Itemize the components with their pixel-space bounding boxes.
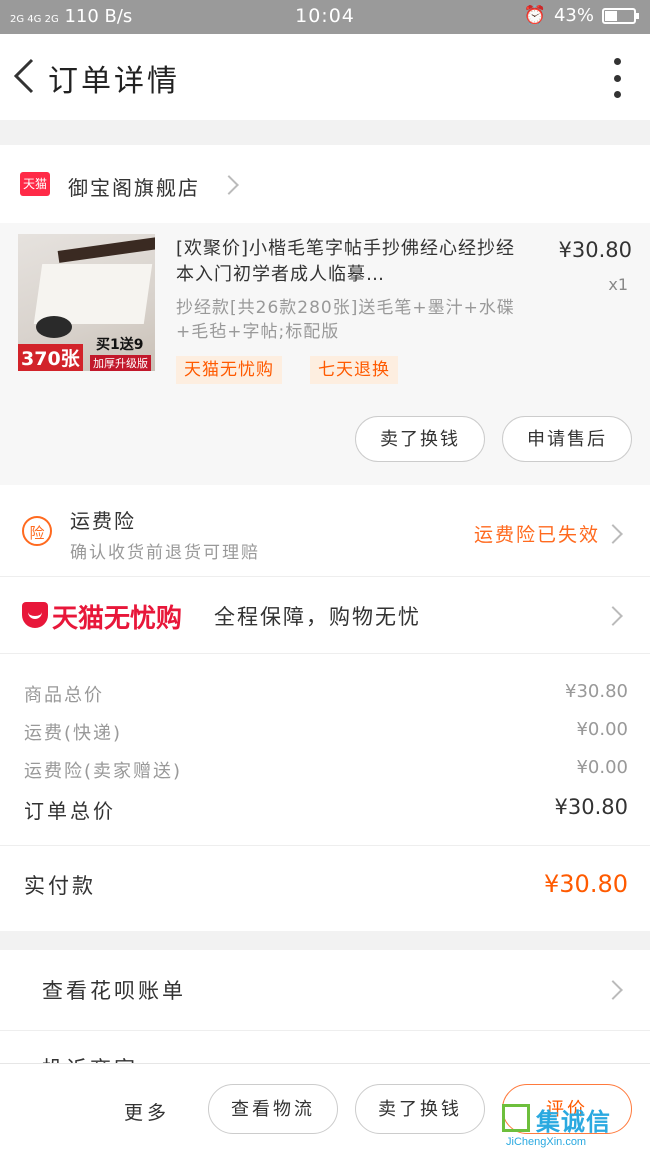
insurance-icon: 险 — [22, 516, 52, 546]
shield-icon — [22, 602, 48, 628]
product-thumbnail[interactable]: 买1送9 370张 加厚升级版 — [18, 234, 155, 371]
product-quantity: x1 — [608, 275, 628, 294]
resell-bottom-button[interactable]: 卖了换钱 — [355, 1084, 485, 1134]
battery-percent: 43% — [553, 5, 594, 26]
alarm-icon: ⏰ — [523, 5, 546, 26]
battery-icon — [602, 7, 639, 24]
more-menu-icon[interactable] — [612, 58, 622, 98]
insurance-subtitle: 确认收货前退货可理赔 — [70, 543, 260, 563]
shipping-label: 运费(快递) — [24, 723, 123, 744]
subtotal-label: 商品总价 — [24, 685, 104, 706]
shop-name[interactable]: 御宝阁旗舰店 — [68, 172, 200, 201]
insurance-fee-value: ¥0.00 — [576, 757, 628, 778]
insurance-status: 运费险已失效 — [473, 524, 600, 546]
nav-bar: 订单详情 — [0, 34, 650, 120]
status-icons: ⏰ 43% — [523, 5, 639, 26]
page-title: 订单详情 — [48, 64, 180, 99]
insurance-title: 运费险 — [70, 509, 136, 533]
wuyou-description: 全程保障，购物无忧 — [214, 605, 421, 629]
after-sale-button[interactable]: 申请售后 — [502, 416, 632, 462]
status-bar: 2G 4G 2G 110 B/s 10:04 ⏰ 43% — [0, 0, 650, 34]
shipping-value: ¥0.00 — [576, 719, 628, 740]
insurance-fee-label: 运费险(卖家赠送) — [24, 761, 183, 782]
product-price: ¥30.80 — [558, 238, 632, 262]
tag-7day-return: 七天退换 — [310, 356, 398, 384]
wuyou-logo: 天猫无忧购 — [52, 604, 183, 634]
subtotal-value: ¥30.80 — [565, 681, 628, 702]
thumb-edition: 加厚升级版 — [90, 355, 151, 371]
thumb-count: 370张 — [18, 344, 83, 371]
resell-button[interactable]: 卖了换钱 — [355, 416, 485, 462]
product-title[interactable]: [欢聚价]小楷毛笔字帖手抄佛经心经抄经本入门初学者成人临摹… — [176, 236, 521, 288]
paid-label: 实付款 — [24, 874, 96, 898]
thumb-promo: 买1送9 — [96, 337, 144, 353]
paid-value: ¥30.80 — [544, 870, 628, 898]
view-logistics-button[interactable]: 查看物流 — [208, 1084, 338, 1134]
more-actions[interactable]: 更多 — [124, 1098, 170, 1125]
order-total-label: 订单总价 — [24, 799, 116, 823]
watermark-logo: 集诚信 JiChengXin.com — [502, 1104, 642, 1154]
tmall-badge: 天猫 — [20, 172, 50, 196]
back-arrow-icon[interactable] — [10, 54, 40, 98]
product-sku: 抄经款[共26款280张]送毛笔+墨汁+水碟+毛毡+字帖;标配版 — [176, 298, 515, 342]
huabei-bill-label[interactable]: 查看花呗账单 — [42, 975, 186, 1005]
tag-wuyou: 天猫无忧购 — [176, 356, 282, 384]
order-total-value: ¥30.80 — [554, 795, 628, 819]
